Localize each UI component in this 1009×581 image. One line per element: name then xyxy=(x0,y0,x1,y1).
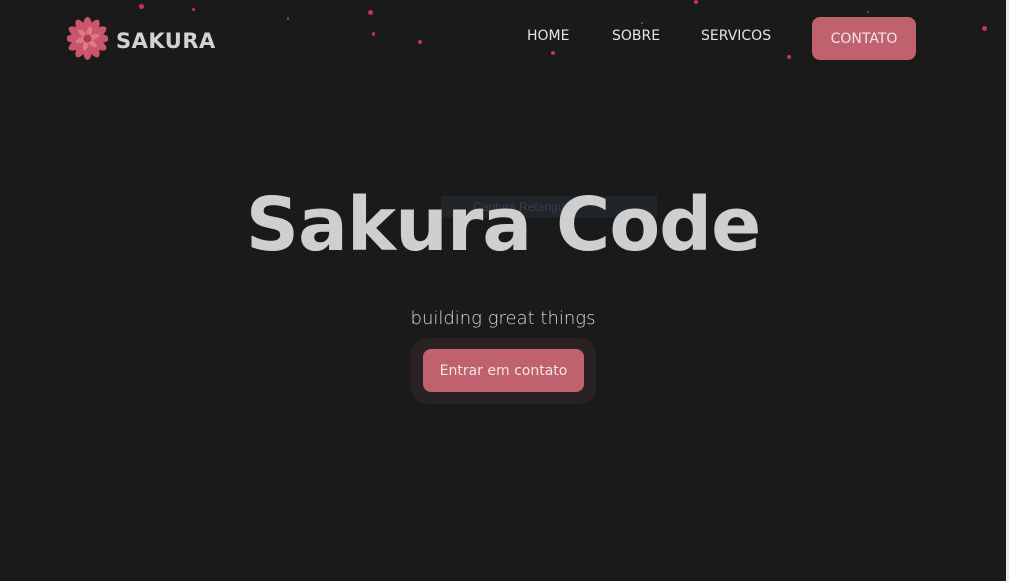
petal xyxy=(287,17,289,20)
contact-button[interactable]: CONTATO xyxy=(812,17,916,60)
hero-title: Sakura Code xyxy=(245,182,762,268)
petal xyxy=(982,26,987,31)
petal xyxy=(787,55,791,59)
nav-link-servicos[interactable]: SERVICOS xyxy=(701,28,771,44)
petal xyxy=(551,51,555,55)
petal xyxy=(867,11,869,13)
petal xyxy=(694,0,698,4)
brand-name: SAKURA xyxy=(116,28,216,53)
sakura-flower-icon xyxy=(66,16,109,65)
hero-subtitle: building great things xyxy=(410,308,596,329)
nav-link-home[interactable]: HOME xyxy=(527,28,569,44)
petal xyxy=(368,10,373,15)
petal xyxy=(372,32,375,36)
petal xyxy=(192,8,195,11)
page: SAKURA HOME SOBRE SERVICOS CONTATO Captu… xyxy=(0,0,1006,581)
nav-link-sobre[interactable]: SOBRE xyxy=(612,28,660,44)
contact-cta-button[interactable]: Entrar em contato xyxy=(423,349,584,392)
petal xyxy=(641,22,643,24)
logo[interactable]: SAKURA xyxy=(66,16,216,65)
petal xyxy=(418,40,422,44)
petal xyxy=(139,4,144,9)
